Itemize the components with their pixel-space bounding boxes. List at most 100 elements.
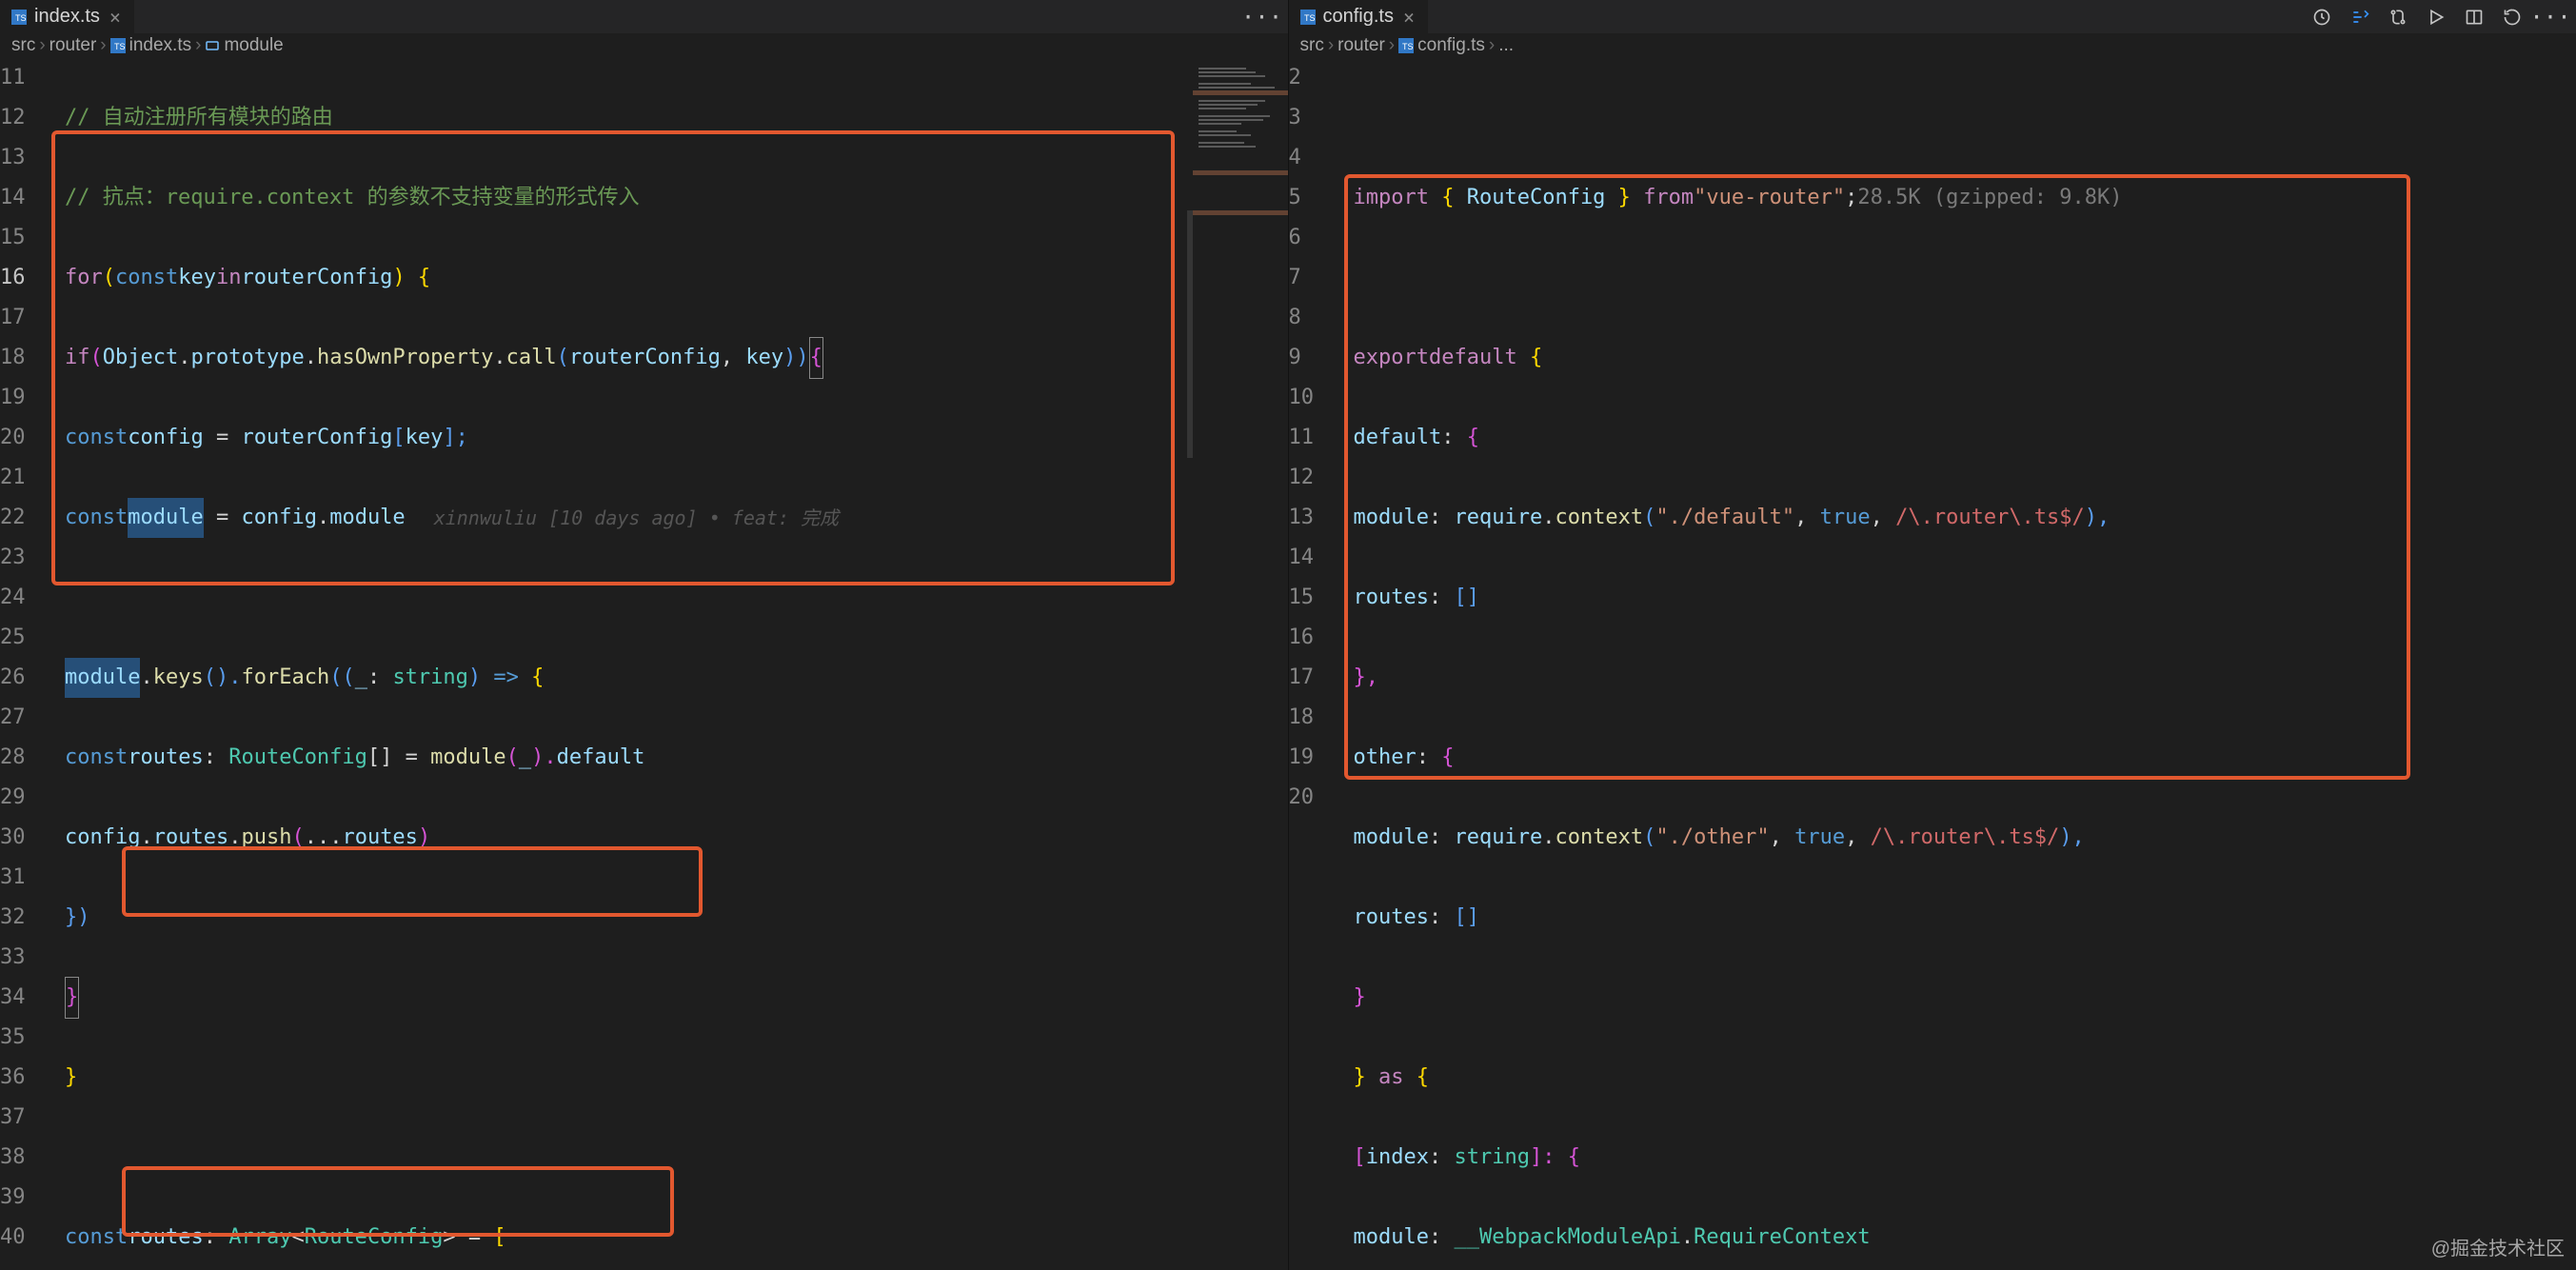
line-number: 6 — [1289, 218, 1301, 258]
code-line[interactable]: export default { — [1354, 338, 2576, 378]
tok: __WebpackModuleApi — [1454, 1218, 1680, 1258]
tab-index-ts[interactable]: TS index.ts × — [0, 0, 135, 33]
tok: } — [65, 977, 79, 1019]
code-line[interactable]: } as { — [1354, 1058, 2576, 1098]
tok: "./other" — [1655, 818, 1769, 858]
code-line[interactable]: module: require.context("./default", tru… — [1354, 498, 2576, 538]
code-lines-left[interactable]: // 自动注册所有模块的路由 // 抗点：require.context 的参数… — [65, 58, 1288, 1270]
tok: prototype — [190, 338, 304, 378]
revert-icon[interactable] — [2502, 7, 2523, 28]
split-icon[interactable] — [2464, 7, 2485, 28]
tok: ; — [1845, 178, 1857, 218]
line-number: 11 — [0, 58, 26, 98]
code-line[interactable]: const config = routerConfig[key]; — [65, 418, 1288, 458]
chevron-right-icon: › — [195, 35, 201, 56]
code-line[interactable]: routes: [] — [1354, 578, 2576, 618]
tab-config-ts[interactable]: TS config.ts × — [1289, 0, 1429, 33]
tok: ... — [305, 818, 343, 858]
line-number: 23 — [0, 538, 26, 578]
code-line[interactable]: // 自动注册所有模块的路由 — [65, 98, 1288, 138]
code-line[interactable] — [1354, 258, 2576, 298]
line-number: 19 — [0, 378, 26, 418]
tok: RouteConfig — [228, 738, 367, 778]
svg-text:TS: TS — [1402, 42, 1414, 51]
code-line[interactable]: module.keys().forEach((_: string) => { — [65, 658, 1288, 698]
code-area-left[interactable]: 11 12 13 14 15 16 17 18 19 20 21 22 23 2… — [0, 58, 1288, 1270]
close-icon[interactable]: × — [108, 6, 123, 29]
tok: } — [1354, 1058, 1379, 1098]
minimap-left[interactable] — [1193, 58, 1288, 1270]
line-number: 16 — [0, 258, 26, 298]
code-line[interactable]: for (const key in routerConfig) { — [65, 258, 1288, 298]
scrollbar-indicator[interactable] — [1187, 210, 1193, 458]
breadcrumb-item[interactable]: router — [50, 35, 97, 56]
code-line[interactable]: module: __WebpackModuleApi.RequireContex… — [1354, 1218, 2576, 1258]
tok: module — [1354, 1218, 1429, 1258]
breadcrumb-item[interactable]: ... — [1498, 35, 1514, 56]
code-line[interactable]: } — [65, 978, 1288, 1018]
code-line[interactable]: }) — [65, 898, 1288, 938]
more-icon[interactable]: ··· — [2540, 7, 2561, 28]
close-icon[interactable]: × — [1401, 6, 1417, 29]
diff-icon[interactable] — [2349, 7, 2370, 28]
code-area-right[interactable]: 2 3 4 5 6 7 8 9 10 11 12 13 14 15 16 17 … — [1289, 58, 2576, 1270]
history-icon[interactable] — [2311, 7, 2332, 28]
breadcrumb-left[interactable]: src› router› TS index.ts› module — [0, 33, 1288, 58]
breadcrumb-item[interactable]: module — [224, 35, 283, 56]
tok: /\.router\.ts$/ — [1871, 818, 2060, 858]
code-line[interactable]: if (Object.prototype.hasOwnProperty.call… — [65, 338, 1288, 378]
tok: : — [1429, 578, 1455, 618]
line-number: 2 — [1289, 58, 1301, 98]
line-number: 5 — [1289, 178, 1301, 218]
tab-actions-left: ··· — [1252, 7, 1288, 28]
tok: . — [305, 338, 317, 378]
tok: _ — [355, 658, 367, 698]
git-compare-icon[interactable] — [2388, 7, 2408, 28]
code-line[interactable]: other: { — [1354, 738, 2576, 778]
code-line[interactable] — [65, 578, 1288, 618]
code-line[interactable]: const routes: RouteConfig[] = module(_).… — [65, 738, 1288, 778]
code-lines-right[interactable]: import { RouteConfig } from "vue-router"… — [1354, 58, 2576, 1270]
more-icon[interactable]: ··· — [1252, 7, 1273, 28]
line-number: 19 — [1289, 738, 1315, 778]
run-icon[interactable] — [2426, 7, 2447, 28]
tok: } — [1354, 978, 1366, 1018]
tok: • — [698, 506, 732, 529]
code-line[interactable]: const routes: Array<RouteConfig> = [ — [65, 1218, 1288, 1258]
code-line[interactable]: } — [1354, 978, 2576, 1018]
code-line[interactable]: config.routes.push(...routes) — [65, 818, 1288, 858]
code-line[interactable]: // 抗点：require.context 的参数不支持变量的形式传入 — [65, 178, 1288, 218]
tok: { — [1467, 418, 1479, 458]
tok: from — [1643, 178, 1694, 218]
breadcrumb-item[interactable]: src — [1300, 35, 1324, 56]
code-line[interactable]: default: { — [1354, 418, 2576, 458]
breadcrumb-item[interactable]: src — [11, 35, 35, 56]
tok: /\.router\.ts$/ — [1895, 498, 2085, 538]
breadcrumb-item[interactable]: index.ts — [129, 35, 191, 56]
tok: } — [1605, 178, 1643, 218]
code-line[interactable]: }, — [1354, 658, 2576, 698]
line-number: 11 — [1289, 418, 1315, 458]
breadcrumb-item[interactable]: router — [1338, 35, 1385, 56]
tok: . — [140, 818, 152, 858]
code-line[interactable]: import { RouteConfig } from "vue-router"… — [1354, 178, 2576, 218]
breadcrumb-item[interactable]: config.ts — [1417, 35, 1485, 56]
tok: if — [65, 338, 90, 378]
tok: const — [65, 738, 128, 778]
tok: [ — [493, 1218, 505, 1258]
tok: , — [1871, 498, 1896, 538]
tok: }, — [1354, 658, 1379, 698]
blame-author: xinnwuliu — [434, 506, 537, 529]
code-line[interactable] — [1354, 98, 2576, 138]
code-line[interactable]: const module = config.modulexinnwuliu [1… — [65, 498, 1288, 538]
typescript-icon: TS — [1300, 10, 1316, 25]
code-line[interactable]: module: require.context("./other", true,… — [1354, 818, 2576, 858]
code-line[interactable]: routes: [] — [1354, 898, 2576, 938]
code-line[interactable]: } — [65, 1058, 1288, 1098]
breadcrumb-right[interactable]: src› router› TS config.ts› ... — [1289, 33, 2576, 58]
tok: [ — [392, 418, 405, 458]
line-number: 12 — [0, 98, 26, 138]
code-line[interactable]: [index: string]: { — [1354, 1138, 2576, 1178]
code-line[interactable] — [65, 1138, 1288, 1178]
typescript-icon: TS — [110, 38, 126, 53]
